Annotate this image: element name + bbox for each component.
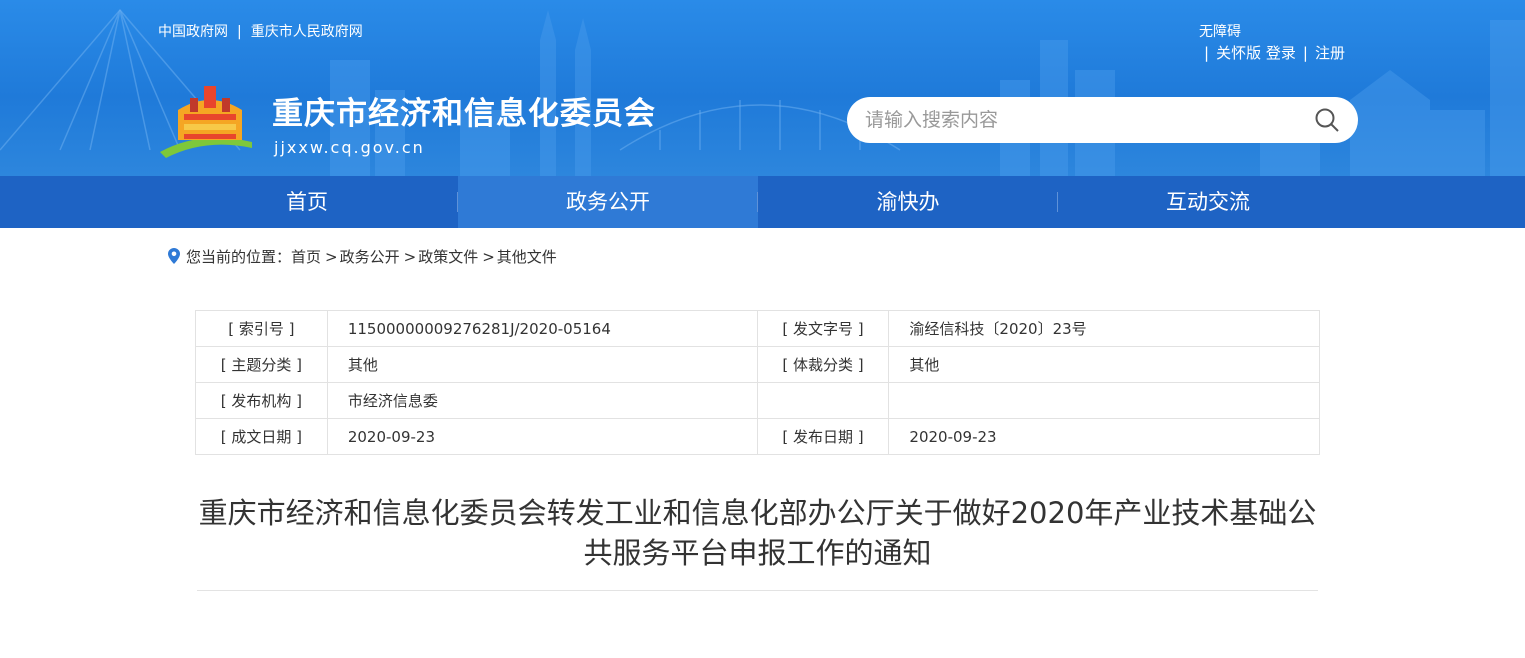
search-icon[interactable] (1314, 107, 1340, 133)
nav-item-yukuaiban[interactable]: 渝快办 (758, 176, 1058, 228)
meta-value-document-number: 渝经信科技〔2020〕23号 (888, 310, 1320, 347)
meta-key-written-date: [ 成文日期 ] (195, 418, 328, 455)
location-pin-icon (168, 248, 180, 264)
meta-value-genre-category: 其他 (888, 346, 1320, 383)
breadcrumb-separator: > (482, 248, 495, 266)
breadcrumb-separator: > (403, 248, 417, 266)
meta-value-topic-category: 其他 (326, 346, 758, 383)
top-links: 中国政府网 | 重庆市人民政府网 (158, 21, 363, 41)
meta-value-index-number: 11500000009276281J/2020-05164 (326, 310, 758, 347)
care-mode-link[interactable]: 关怀版 (1216, 44, 1261, 62)
nav-item-government-affairs[interactable]: 政务公开 (458, 176, 758, 228)
breadcrumb-item-other-documents[interactable]: 其他文件 (497, 248, 557, 266)
site-url: jjxxw.cq.gov.cn (274, 138, 425, 157)
search-box (847, 97, 1358, 143)
register-link[interactable]: 注册 (1315, 44, 1345, 62)
title-divider (197, 590, 1318, 591)
meta-value-publish-date: 2020-09-23 (888, 418, 1320, 455)
site-title: 重庆市经济和信息化委员会 (272, 96, 656, 132)
meta-value-written-date: 2020-09-23 (326, 418, 758, 455)
nav-item-interaction[interactable]: 互动交流 (1058, 176, 1358, 228)
document-title: 重庆市经济和信息化委员会转发工业和信息化部办公厅关于做好2020年产业技术基础公… (198, 496, 1317, 570)
nav-item-home[interactable]: 首页 (157, 176, 457, 228)
breadcrumb-prefix: 您当前的位置： (186, 248, 292, 266)
site-header: 中国政府网 | 重庆市人民政府网 无障碍 | 关怀版 登录 | 注册 重庆市经济和信息化委… (0, 0, 1525, 176)
breadcrumb-item-government-affairs[interactable]: 政务公开 (340, 248, 400, 266)
link-chongqing-gov[interactable]: 重庆市人民政府网 (251, 24, 363, 40)
document-metadata-table: [ 索引号 ] 11500000009276281J/2020-05164 [ … (195, 310, 1320, 455)
accessibility-link[interactable]: 无障碍 (1199, 21, 1241, 41)
user-links: | 关怀版 登录 | 注册 (1204, 42, 1345, 63)
breadcrumb-item-policy-documents[interactable]: 政策文件 (418, 248, 478, 266)
meta-key-genre-category: [ 体裁分类 ] (756, 346, 890, 383)
meta-key-publishing-agency: [ 发布机构 ] (195, 382, 328, 419)
meta-key-index-number: [ 索引号 ] (195, 310, 328, 347)
site-logo[interactable] (160, 80, 260, 160)
meta-value-empty (888, 382, 1320, 419)
meta-value-publishing-agency: 市经济信息委 (326, 382, 758, 419)
breadcrumb: 您当前的位置：首页 > 政务公开 > 政策文件 > 其他文件 (168, 246, 557, 267)
user-link-separator: | (1204, 44, 1210, 62)
search-input[interactable] (865, 105, 1295, 135)
main-nav: 首页 政务公开 渝快办 互动交流 (0, 176, 1525, 228)
table-row: [ 主题分类 ] 其他 [ 体裁分类 ] 其他 (195, 346, 1320, 383)
breadcrumb-item-home[interactable]: 首页 (291, 248, 321, 266)
table-row: [ 成文日期 ] 2020-09-23 [ 发布日期 ] 2020-09-23 (195, 418, 1320, 455)
table-row: [ 发布机构 ] 市经济信息委 (195, 382, 1320, 419)
meta-key-document-number: [ 发文字号 ] (756, 310, 890, 347)
top-link-separator: | (237, 24, 242, 40)
table-row: [ 索引号 ] 11500000009276281J/2020-05164 [ … (195, 310, 1320, 347)
breadcrumb-separator: > (325, 248, 338, 266)
login-link[interactable]: 登录 (1266, 44, 1296, 62)
link-china-gov[interactable]: 中国政府网 (158, 24, 228, 40)
meta-key-topic-category: [ 主题分类 ] (195, 346, 328, 383)
meta-key-empty (756, 382, 890, 419)
user-link-separator: | (1302, 44, 1308, 62)
meta-key-publish-date: [ 发布日期 ] (756, 418, 890, 455)
